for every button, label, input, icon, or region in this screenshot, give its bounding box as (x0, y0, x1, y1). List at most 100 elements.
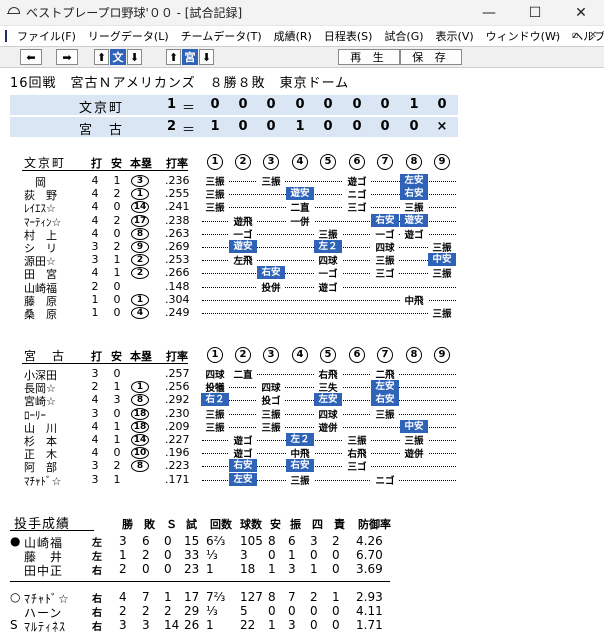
batting-average: .304 (165, 292, 190, 306)
pitching-column-header: 球数 (240, 518, 262, 531)
pitching-s: 0 (164, 548, 172, 562)
home-run-count: 1 (131, 188, 149, 201)
at-bat-result: 左安 (229, 472, 257, 486)
home-runs: 1 (131, 292, 149, 306)
pitching-column-header: 回数 (210, 518, 232, 531)
at-bat-result: 三振 (428, 240, 456, 254)
at-bats: 4 (91, 187, 99, 201)
at-bat-result: 遊安 (229, 240, 257, 253)
mdi-restore-button[interactable]: ▫ (568, 28, 582, 42)
at-bat-result: 遊飛 (229, 213, 257, 228)
at-bat-result: 三振 (343, 433, 371, 447)
batting-average: .196 (165, 446, 190, 460)
home-runs: 10 (131, 445, 149, 460)
batter-name[interactable]: ﾏﾁｬﾄﾞ☆ (24, 473, 74, 489)
pitching-column-header: 責 (334, 518, 345, 531)
scoreboard-total: 1 (166, 97, 176, 112)
pitching-ip: ⅓ (206, 604, 218, 618)
at-bats: 3 (91, 459, 99, 473)
at-bat-result: 三振 (201, 406, 229, 421)
batting-average: .236 (165, 174, 190, 187)
batting-average: .227 (165, 433, 190, 446)
save-button[interactable]: 保 存 (400, 49, 462, 65)
menu-game[interactable]: 試合(G) (378, 28, 429, 44)
team2-up-button[interactable]: ⬆ (166, 49, 181, 65)
pitching-l: 6 (142, 534, 150, 548)
pitching-so: 3 (288, 618, 296, 632)
pitching-era: 1.71 (356, 618, 383, 632)
at-bat-result: 中飛 (400, 292, 428, 307)
pitcher-name[interactable]: ﾏﾙﾃｨﾈｽ (24, 618, 66, 635)
inning-header: 3 (263, 153, 279, 170)
pitching-er: 0 (332, 562, 340, 576)
inning-header: 7 (377, 153, 393, 170)
menu-file[interactable]: ファイル(F) (11, 28, 82, 44)
at-bat-result: 右２ (201, 393, 229, 407)
batting-average: .256 (165, 380, 190, 394)
at-bat-result: ニゴ (343, 187, 371, 202)
team2-down-button[interactable]: ⬇ (199, 49, 214, 65)
at-bat-result: 三振 (286, 472, 314, 487)
team1-toggle-button[interactable]: 文 (110, 49, 126, 65)
at-bat-result: 投併 (257, 279, 285, 294)
batter-row: ﾚｲｴｽ☆ 4 0 14.241 三振 二直 三ゴ 三振 (0, 200, 604, 215)
at-bat-result: 遊ゴ (343, 174, 371, 188)
menu-schedule[interactable]: 日程表(S) (318, 28, 379, 44)
scoreboard-total: 2 (166, 119, 176, 134)
at-bat-result: 三振 (428, 266, 456, 281)
menu-league-data[interactable]: リーグデータ(L) (82, 28, 175, 44)
home-runs: 1 (131, 186, 149, 201)
at-bats: 4 (91, 419, 99, 433)
scoreboard-inning-score: 0 (266, 97, 276, 112)
at-bats: 3 (91, 253, 99, 267)
mdi-minimize-button[interactable]: – (550, 28, 564, 42)
at-bat-result: 三振 (201, 187, 229, 202)
at-bat-result: 三振 (201, 174, 229, 188)
at-bat-result: 三振 (428, 306, 456, 320)
batter-row: 阿 部 3 2 8.223 右安 右安 三ゴ (0, 459, 604, 474)
at-bat-result: 二直 (229, 367, 257, 381)
mdi-close-button[interactable]: ✕ (586, 28, 600, 42)
pitching-g: 26 (184, 618, 200, 632)
document-icon[interactable] (5, 30, 14, 42)
at-bat-result: 三振 (257, 174, 285, 188)
team-name-header: 宮 古 (24, 349, 67, 363)
hits: 2 (113, 459, 121, 473)
pitcher-name[interactable]: 田中正 (24, 562, 63, 579)
batter-name[interactable]: 桑 原 (24, 306, 74, 322)
team1-up-button[interactable]: ⬆ (94, 49, 109, 65)
pitching-bb: 0 (310, 618, 318, 632)
pitching-group-divider (10, 581, 390, 582)
menu-records[interactable]: 成績(R) (268, 28, 318, 44)
play-button[interactable]: 再 生 (338, 49, 400, 65)
inning-number: 1 (207, 346, 223, 363)
team2-toggle-button[interactable]: 宮 (182, 49, 198, 65)
at-bats: 3 (91, 240, 99, 253)
column-header-hr: 本塁 (130, 350, 152, 363)
column-header-avg: 打率 (166, 350, 188, 363)
at-bat-result: 三ゴ (371, 266, 399, 281)
column-header-avg: 打率 (166, 157, 188, 170)
menu-view[interactable]: 表示(V) (430, 28, 480, 44)
next-arrow-button[interactable]: ➡ (56, 49, 78, 65)
batting-average: .249 (165, 306, 190, 319)
home-run-count: 8 (131, 460, 149, 473)
at-bat-result: 三ゴ (343, 459, 371, 474)
at-bat-result: 左安 (400, 174, 428, 187)
minimize-button[interactable]: — (466, 0, 512, 26)
menu-team-data[interactable]: チームデータ(T) (175, 28, 268, 44)
at-bats: 2 (91, 380, 99, 394)
hits: 0 (113, 292, 121, 306)
scoreboard-inning-score: 0 (238, 97, 248, 112)
close-button[interactable]: ✕ (558, 0, 604, 26)
team1-down-button[interactable]: ⬇ (127, 49, 142, 65)
pitching-so: 1 (288, 548, 296, 562)
home-run-count: 17 (131, 214, 149, 227)
home-run-count: 2 (131, 254, 149, 267)
maximize-button[interactable]: ☐ (512, 0, 558, 26)
at-bat-result: 三失 (314, 380, 342, 395)
prev-arrow-button[interactable]: ⬅ (20, 49, 42, 65)
column-header-h: 安 (111, 350, 122, 363)
throwing-hand: 右 (92, 608, 102, 619)
hits: 1 (113, 253, 121, 267)
